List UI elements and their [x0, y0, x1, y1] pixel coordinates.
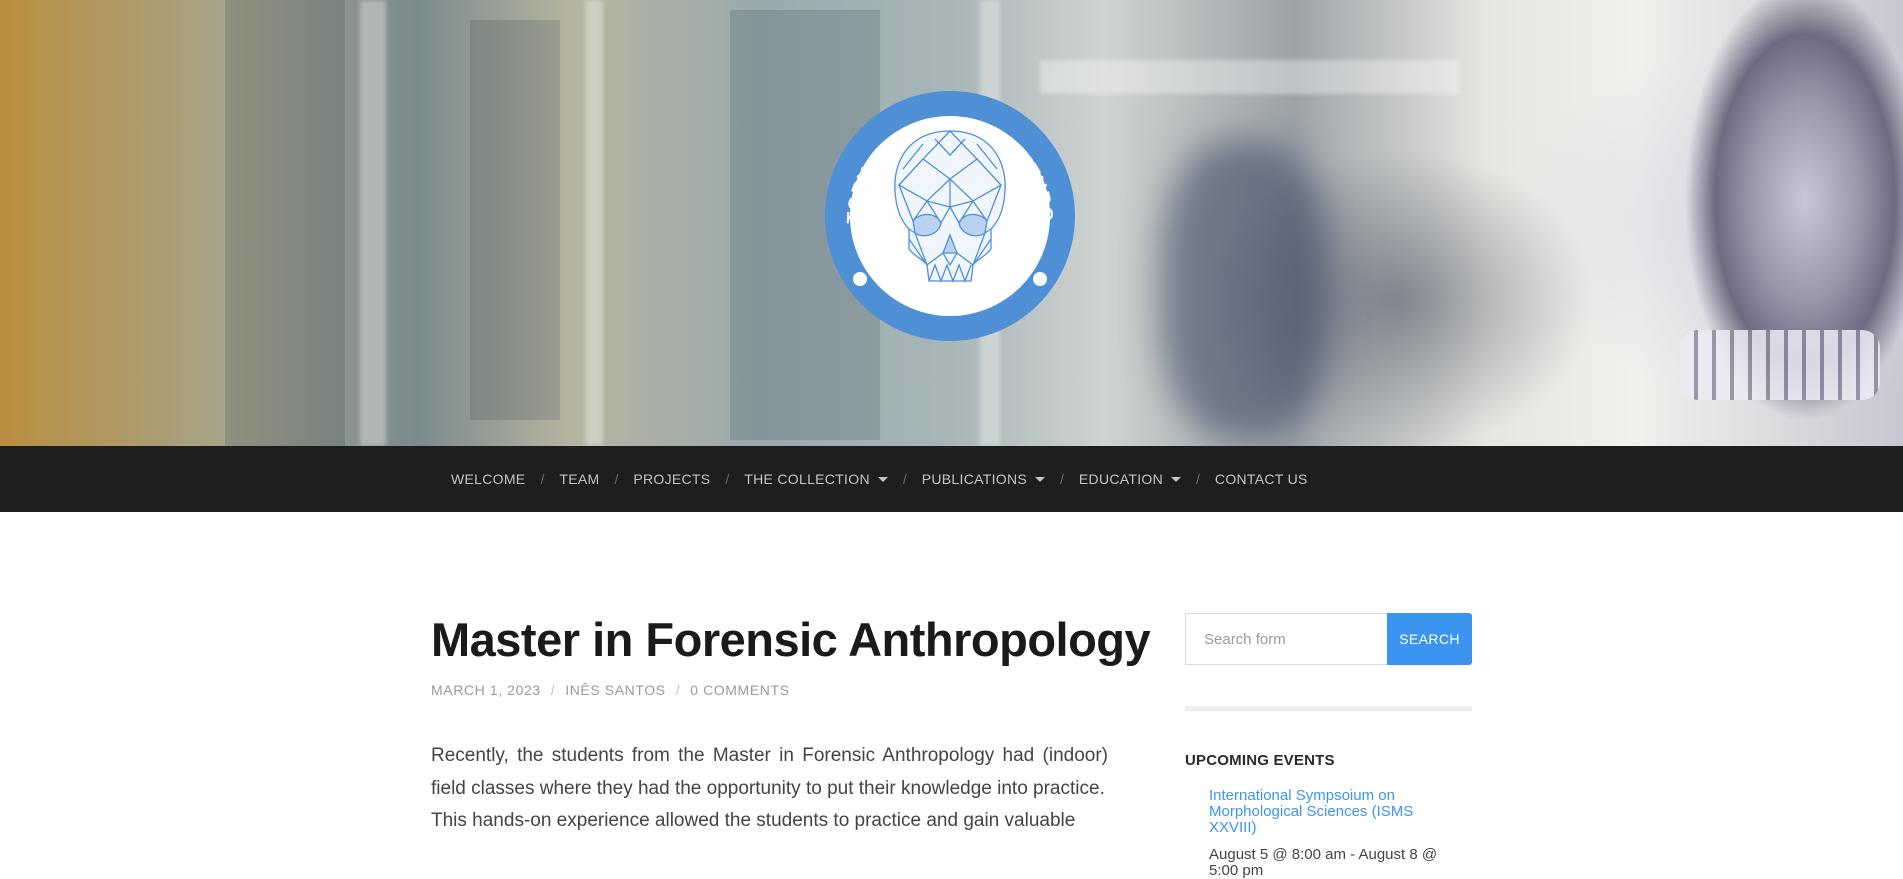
- nav-separator: /: [1196, 471, 1200, 487]
- post-meta: MARCH 1, 2023 / INÊS SANTOS / 0 COMMENTS: [431, 682, 790, 698]
- meta-separator: /: [550, 682, 556, 698]
- post-date-link[interactable]: MARCH 1, 2023: [431, 682, 541, 698]
- caret-down-icon: [877, 476, 888, 482]
- main-navigation: WELCOME / TEAM / PROJECTS / THE COLLECTION /…: [0, 446, 1903, 512]
- nav-item-label: CONTACT US: [1214, 471, 1308, 487]
- sidebar-divider: [1185, 706, 1472, 711]
- hero-banner: LABORATORY OF FORENSIC ANTHROPOLOGY UNIV…: [0, 0, 1903, 446]
- hero-window-frame: [585, 0, 603, 446]
- nav-item-label: PUBLICATIONS: [921, 471, 1028, 487]
- hero-background-figure: [1160, 140, 1330, 440]
- nav-item-education[interactable]: EDUCATION: [1078, 471, 1182, 487]
- forensic-anthropology-seal-icon: LABORATORY OF FORENSIC ANTHROPOLOGY UNIV…: [815, 73, 1075, 341]
- post-title[interactable]: Master in Forensic Anthropology: [431, 612, 1151, 667]
- nav-item-projects[interactable]: PROJECTS: [633, 471, 710, 487]
- hero-skull-teeth: [1680, 330, 1880, 400]
- nav-item-publications[interactable]: PUBLICATIONS: [921, 471, 1046, 487]
- nav-separator: /: [725, 471, 730, 487]
- post-author-link[interactable]: INÊS SANTOS: [565, 682, 665, 698]
- nav-item-contact-us[interactable]: CONTACT US: [1215, 471, 1308, 487]
- post-paragraph: Recently, the students from the Master i…: [431, 745, 1108, 799]
- nav-item-label: TEAM: [559, 471, 600, 487]
- nav-item-team[interactable]: TEAM: [559, 471, 599, 487]
- nav-separator: /: [1060, 471, 1064, 487]
- search-button[interactable]: SEARCH: [1387, 613, 1472, 665]
- nav-item-label: PROJECTS: [633, 471, 711, 487]
- post-comments-link[interactable]: 0 COMMENTS: [690, 682, 789, 698]
- search-input[interactable]: [1185, 613, 1388, 665]
- nav-item-the-collection[interactable]: THE COLLECTION: [744, 471, 888, 487]
- hero-window-frame: [360, 0, 386, 446]
- site-logo[interactable]: LABORATORY OF FORENSIC ANTHROPOLOGY UNIV…: [815, 73, 1077, 343]
- post-paragraph: This hands-on experience allowed the stu…: [431, 810, 1076, 831]
- nav-separator: /: [614, 471, 619, 487]
- nav-item-label: WELCOME: [451, 471, 526, 487]
- caret-down-icon: [1171, 476, 1182, 482]
- hero-window-frame: [1040, 60, 1460, 94]
- event-item: International Sympsoium on Morphological…: [1209, 788, 1449, 879]
- caret-down-icon: [1035, 476, 1046, 482]
- hero-window-frame: [225, 0, 345, 446]
- upcoming-events-title: UPCOMING EVENTS: [1185, 752, 1335, 769]
- event-datetime: August 5 @ 8:00 am - August 8 @ 5:00 pm: [1209, 846, 1438, 879]
- hero-window-frame: [470, 20, 560, 420]
- nav-item-label: EDUCATION: [1078, 471, 1164, 487]
- nav-separator: /: [540, 471, 545, 487]
- nav-item-welcome[interactable]: WELCOME: [451, 471, 525, 487]
- event-title-link[interactable]: International Sympsoium on Morphological…: [1209, 788, 1449, 836]
- nav-separator: /: [902, 471, 907, 487]
- meta-separator: /: [675, 682, 681, 698]
- post-content: Recently, the students from the Master i…: [431, 740, 1108, 838]
- nav-item-label: THE COLLECTION: [744, 471, 870, 487]
- nav-menu: WELCOME / TEAM / PROJECTS / THE COLLECTION /…: [451, 446, 1308, 512]
